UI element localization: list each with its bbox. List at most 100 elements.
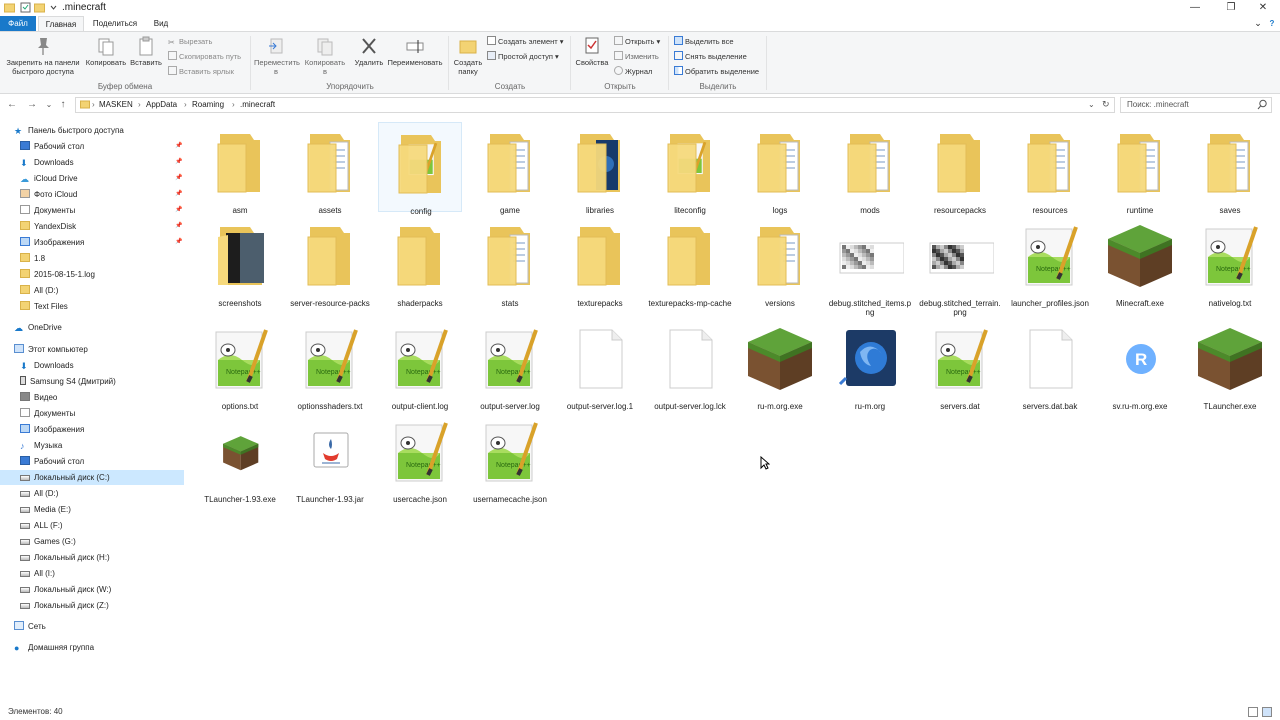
nav-pc-item[interactable]: Рабочий стол (0, 454, 84, 469)
breadcrumb-minecraft[interactable]: .minecraft (240, 100, 275, 109)
easy-access-button[interactable]: Простой доступ ▾ (487, 51, 559, 62)
folder-item[interactable]: texturepacks (558, 215, 642, 308)
file-item[interactable]: Notepad++ optionsshaders.txt (288, 318, 372, 411)
forward-button[interactable]: → (25, 98, 39, 112)
copy-to-button[interactable]: Копировать в (302, 36, 348, 76)
select-none-button[interactable]: Снять выделение (674, 51, 747, 62)
file-item[interactable]: TLauncher-1.93.jar (288, 411, 372, 504)
maximize-button[interactable]: ❐ (1214, 0, 1248, 16)
file-item[interactable]: Notepad++ nativelog.txt (1188, 215, 1272, 308)
select-all-button[interactable]: Выделить все (674, 36, 734, 47)
file-item[interactable]: TLauncher-1.93.exe (198, 411, 282, 504)
history-button[interactable]: Журнал (614, 66, 652, 77)
file-item[interactable]: Notepad++ output-client.log (378, 318, 462, 411)
nav-pc-item[interactable]: All (I:) (0, 566, 55, 581)
nav-quick-item[interactable]: YandexDisk (20, 219, 76, 234)
close-button[interactable]: ✕ (1246, 0, 1280, 16)
properties-button[interactable]: Свойства (574, 36, 610, 67)
nav-quick-access[interactable]: ★ Панель быстрого доступа (14, 123, 124, 138)
file-item[interactable]: output-server.log.lck (648, 318, 732, 411)
folder-item[interactable]: resourcepacks (918, 122, 1002, 215)
file-item[interactable]: ru-m.org.exe (738, 318, 822, 411)
copy-path-button[interactable]: Скопировать путь (168, 51, 241, 62)
quick-access-dropdown-icon[interactable] (48, 2, 59, 13)
ribbon-collapse-icon[interactable]: ⌄ (1252, 16, 1264, 31)
file-item[interactable]: Notepad++ output-server.log (468, 318, 552, 411)
edit-button[interactable]: Изменить (614, 51, 659, 62)
pin-icon[interactable]: 📌 (175, 174, 182, 181)
nav-pc-item[interactable]: ♪ Музыка (0, 438, 62, 453)
file-item[interactable]: debug.stitched_terrain.png (918, 215, 1002, 317)
breadcrumb-roaming[interactable]: Roaming (192, 100, 224, 109)
nav-pc-item[interactable]: Media (E:) (0, 502, 71, 517)
invert-selection-button[interactable]: Обратить выделение (674, 66, 759, 77)
file-item[interactable]: Notepad++ launcher_profiles.json (1008, 215, 1092, 308)
nav-quick-item[interactable]: ☁ iCloud Drive (20, 171, 78, 186)
folder-item[interactable]: logs (738, 122, 822, 215)
nav-quick-item[interactable]: Text Files (20, 299, 68, 314)
folder-item[interactable]: screenshots (198, 215, 282, 308)
nav-quick-item[interactable]: Изображения (20, 235, 84, 250)
nav-pc-item[interactable]: Samsung S4 (Дмитрий) (0, 374, 116, 389)
nav-this-pc[interactable]: Этот компьютер (14, 342, 88, 357)
pin-icon[interactable]: 📌 (175, 238, 182, 245)
nav-network[interactable]: Сеть (14, 619, 46, 634)
pin-icon[interactable]: 📌 (175, 158, 182, 165)
tab-view[interactable]: Вид (146, 16, 176, 31)
breadcrumb-appdata[interactable]: AppData (146, 100, 177, 109)
new-folder-quick-icon[interactable] (34, 2, 45, 13)
move-to-button[interactable]: Переместить в (254, 36, 300, 76)
nav-quick-item[interactable]: All (D:) (20, 283, 58, 298)
file-item[interactable]: Notepad++ servers.dat (918, 318, 1002, 411)
folder-item[interactable]: mods (828, 122, 912, 215)
file-item[interactable]: Notepad++ options.txt (198, 318, 282, 411)
refresh-icon[interactable]: ↻ (1102, 99, 1110, 110)
nav-pc-item[interactable]: Локальный диск (H:) (0, 550, 110, 565)
nav-quick-item[interactable]: Фото iCloud (20, 187, 77, 202)
pin-icon[interactable]: 📌 (175, 206, 182, 213)
tab-share[interactable]: Поделиться (88, 16, 142, 31)
folder-item[interactable]: versions (738, 215, 822, 308)
breadcrumb-masken[interactable]: MASKEN (99, 100, 133, 109)
folder-item[interactable]: config (378, 122, 462, 216)
back-button[interactable]: ← (5, 98, 19, 112)
nav-pc-item[interactable]: ⬇ Downloads (0, 358, 74, 373)
nav-homegroup[interactable]: ● Домашняя группа (14, 640, 94, 655)
folder-item[interactable]: saves (1188, 122, 1272, 215)
file-item[interactable]: Notepad++ usercache.json (378, 411, 462, 504)
folder-item[interactable]: asm (198, 122, 282, 215)
address-dropdown-icon[interactable]: ⌄ (1088, 100, 1095, 109)
search-box[interactable]: Поиск: .minecraft (1120, 97, 1272, 113)
pin-icon[interactable]: 📌 (175, 142, 182, 149)
nav-pc-item[interactable]: Документы (0, 406, 75, 421)
folder-item[interactable]: libraries (558, 122, 642, 215)
nav-quick-item[interactable]: 2015-08-15-1.log (20, 267, 95, 282)
nav-pc-item[interactable]: Локальный диск (C:) (0, 470, 184, 485)
folder-item[interactable]: resources (1008, 122, 1092, 215)
file-item[interactable]: ru-m.org (828, 318, 912, 411)
recent-locations-button[interactable]: ⌄ (42, 98, 56, 112)
cut-button[interactable]: ✂ Вырезать (168, 36, 212, 47)
folder-item[interactable]: server-resource-packs (288, 215, 372, 308)
nav-quick-item[interactable]: 1.8 (20, 251, 45, 266)
file-item[interactable]: TLauncher.exe (1188, 318, 1272, 411)
tab-home[interactable]: Главная (38, 16, 84, 31)
minimize-button[interactable]: — (1178, 0, 1212, 16)
delete-button[interactable]: Удалить (352, 36, 386, 67)
file-item[interactable]: Notepad++ usernamecache.json (468, 411, 552, 504)
tab-file[interactable]: Файл (0, 16, 36, 31)
pin-quick-access-button[interactable]: Закрепить на панели быстрого доступа (2, 36, 84, 76)
nav-pc-item[interactable]: Games (G:) (0, 534, 76, 549)
address-bar[interactable]: › MASKEN › AppData › Roaming › .minecraf… (75, 97, 1115, 113)
file-item[interactable]: servers.dat.bak (1008, 318, 1092, 411)
file-item[interactable]: Minecraft.exe (1098, 215, 1182, 308)
nav-pc-item[interactable]: Локальный диск (Z:) (0, 598, 109, 613)
file-item[interactable]: debug.stitched_items.png (828, 215, 912, 317)
folder-item[interactable]: runtime (1098, 122, 1182, 215)
new-item-button[interactable]: Создать элемент ▾ (487, 36, 564, 47)
folder-item[interactable]: liteconfig (648, 122, 732, 215)
up-button[interactable]: ↑ (56, 98, 70, 112)
nav-quick-item[interactable]: ⬇ Downloads (20, 155, 74, 170)
copy-button[interactable]: Копировать (84, 36, 128, 67)
nav-pc-item[interactable]: ALL (F:) (0, 518, 63, 533)
